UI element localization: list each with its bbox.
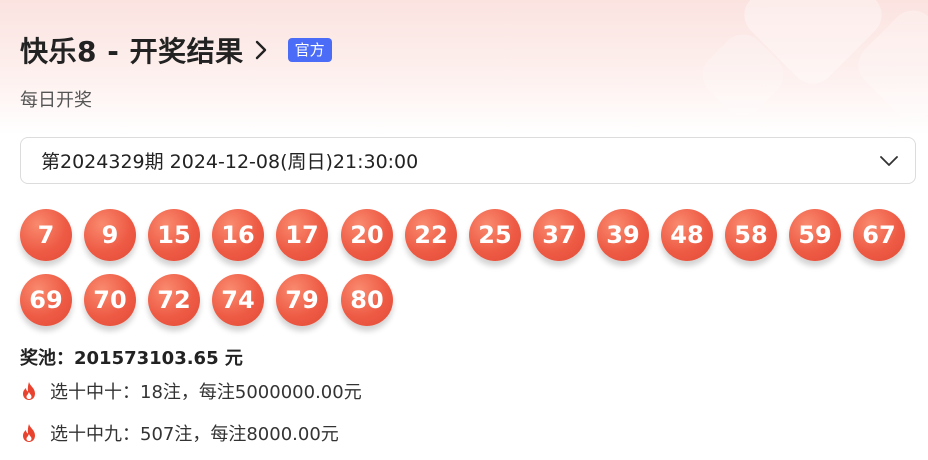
lottery-ball: 17: [276, 209, 328, 261]
lottery-ball: 74: [212, 274, 264, 326]
draw-period-value[interactable]: 第2024329期 2024-12-08(周日)21:30:00: [41, 147, 418, 174]
lottery-ball: 37: [533, 209, 585, 261]
lottery-ball: 39: [597, 209, 649, 261]
lottery-ball: 9: [84, 209, 136, 261]
fire-icon: [23, 424, 35, 442]
jackpot-amount: 奖池：201573103.65 元: [20, 348, 243, 369]
prize-row: 选十中九：507注，每注8000.00元: [20, 420, 339, 446]
prize-text: 选十中十：18注，每注5000000.00元: [50, 382, 362, 403]
lottery-ball: 58: [725, 209, 777, 261]
title-row[interactable]: 快乐8 - 开奖结果 官方: [20, 30, 332, 70]
draw-period-select[interactable]: 第2024329期 2024-12-08(周日)21:30:00: [20, 137, 916, 184]
lottery-ball: 15: [148, 209, 200, 261]
lottery-ball: 22: [405, 209, 457, 261]
fire-icon: [23, 382, 35, 400]
lottery-ball: 48: [661, 209, 713, 261]
official-badge: 官方: [287, 38, 332, 62]
page-title[interactable]: 快乐8 - 开奖结果: [20, 30, 244, 70]
lottery-ball: 72: [148, 274, 200, 326]
lottery-ball: 59: [789, 209, 841, 261]
lottery-ball: 20: [341, 209, 393, 261]
chevron-right-icon[interactable]: [254, 39, 268, 61]
lottery-ball: 16: [212, 209, 264, 261]
lottery-ball: 7: [20, 209, 72, 261]
prize-text: 选十中九：507注，每注8000.00元: [50, 424, 339, 445]
page-subtitle: 每日开奖: [20, 90, 92, 111]
chevron-down-icon[interactable]: [879, 152, 899, 170]
lottery-ball: 79: [276, 274, 328, 326]
lottery-ball: 70: [84, 274, 136, 326]
lottery-ball: 69: [20, 274, 72, 326]
lottery-ball: 25: [469, 209, 521, 261]
prize-row: 选十中十：18注，每注5000000.00元: [20, 378, 362, 404]
lottery-ball: 80: [341, 274, 393, 326]
lottery-ball: 67: [853, 209, 905, 261]
